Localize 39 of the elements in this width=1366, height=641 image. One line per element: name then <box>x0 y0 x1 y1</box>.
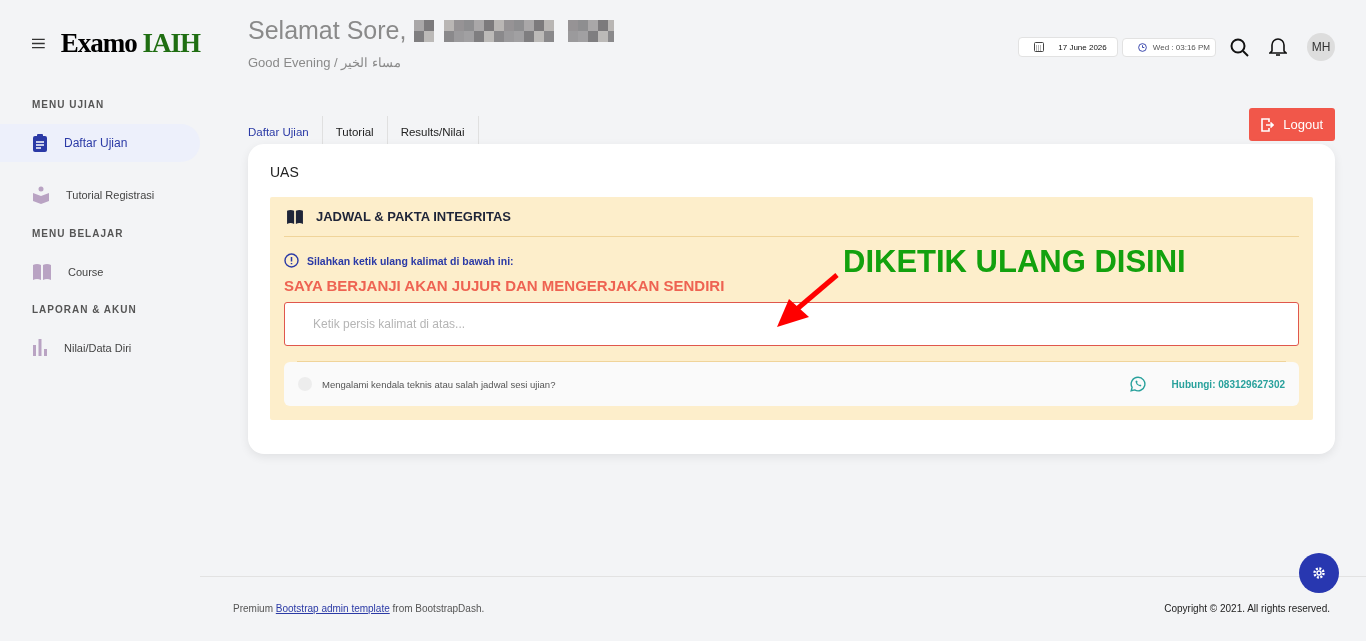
input-field[interactable]: Ketik persis kalimat di atas... <box>284 302 1299 346</box>
panel-title: JADWAL & PAKTA INTEGRITAS <box>316 209 511 224</box>
bar-chart-icon <box>32 339 48 356</box>
card-title: UAS <box>270 164 300 180</box>
footer-link[interactable]: Bootstrap admin template <box>275 603 390 614</box>
search-icon[interactable] <box>1230 37 1249 57</box>
pledge-text: SAYA BERJANJI AKAN JUJUR DAN MENGERJAKAN SENDIRI <box>284 277 726 294</box>
bell-icon[interactable] <box>1269 37 1287 57</box>
footer-text: Premium Bootstrap admin template from BootstrapDash. <box>233 603 485 614</box>
calendar-icon <box>1034 42 1045 52</box>
help-text: Mengalami kendala teknis atau salah jadwal sesi ujian? <box>322 378 557 390</box>
instruction-text: Silahkan ketik ulang kalimat di bawah ini: <box>307 254 514 267</box>
time-display: Wed : 03:16 PM <box>1121 37 1216 57</box>
clock-icon <box>1137 42 1147 52</box>
clipboard-icon <box>32 134 48 152</box>
avatar[interactable]: MH <box>1307 33 1335 61</box>
whatsapp-icon[interactable] <box>1129 376 1146 392</box>
sidebar-item[interactable]: Tutorial Registrasi <box>0 176 200 214</box>
settings-button[interactable] <box>1299 553 1339 593</box>
book-icon <box>32 263 52 280</box>
sidebar-item[interactable]: Daftar Ujian <box>0 124 200 162</box>
date-display: 17 June 2026 <box>1018 37 1118 57</box>
annotation-text: DIKETIK ULANG DISINI <box>843 244 1186 280</box>
greeting-title: Selamat Sore, <box>248 16 407 45</box>
sidebar-item[interactable]: Nilai/Data Diri <box>0 329 200 366</box>
logout-icon <box>1261 117 1275 132</box>
section-heading: MENU UJIAN <box>31 99 106 110</box>
section-heading: MENU BELAJAR <box>31 228 125 239</box>
menu-icon[interactable] <box>32 38 45 49</box>
sidebar-item[interactable]: Course <box>0 253 200 290</box>
settings-icon <box>1312 566 1326 580</box>
reader-icon <box>32 186 50 204</box>
greeting-subtitle: Good Evening / مساء الخير <box>248 55 402 70</box>
logo: Examo IAIH <box>60 28 200 59</box>
annotation-arrow <box>775 272 841 330</box>
info-icon <box>284 253 299 268</box>
section-heading: LAPORAN & AKUN <box>31 304 138 315</box>
copyright-text: Copyright © 2021. All rights reserved. <box>1164 603 1330 614</box>
book-icon <box>286 209 304 224</box>
